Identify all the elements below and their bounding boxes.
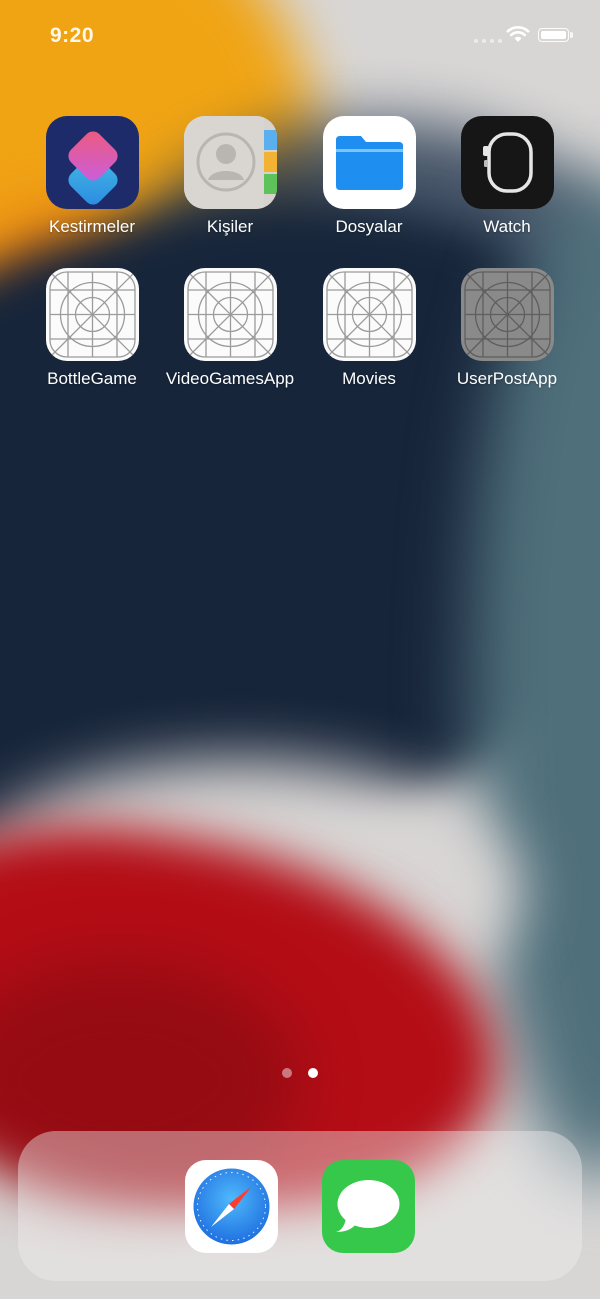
app-label: VideoGamesApp: [165, 369, 295, 388]
safari-icon[interactable]: [185, 1160, 278, 1253]
app-bottlegame[interactable]: BottleGame: [22, 268, 162, 389]
dock: [18, 1131, 582, 1281]
signal-icon: [474, 39, 502, 43]
status-bar: 9:20: [0, 0, 600, 70]
app-label: Movies: [342, 369, 396, 388]
files-icon[interactable]: [322, 116, 416, 209]
page-dot-active[interactable]: [308, 1068, 318, 1078]
app-label: Kestirmeler: [49, 217, 135, 236]
wifi-icon: [506, 26, 530, 42]
app-label: BottleGame: [47, 369, 137, 388]
app-label: Watch: [483, 217, 531, 236]
app-kestirmeler[interactable]: Kestirmeler: [22, 116, 162, 237]
app-label: Dosyalar: [335, 217, 403, 236]
placeholder-app-icon[interactable]: [183, 268, 277, 361]
messages-icon[interactable]: [322, 1160, 415, 1253]
contacts-icon[interactable]: [183, 116, 277, 209]
status-time: 9:20: [50, 24, 95, 47]
watch-icon[interactable]: [460, 116, 554, 209]
app-kisiler[interactable]: Kişiler: [160, 116, 300, 237]
app-dosyalar[interactable]: Dosyalar: [299, 116, 439, 237]
app-watch[interactable]: Watch: [437, 116, 577, 237]
app-userpostapp[interactable]: UserPostApp: [437, 268, 577, 389]
shortcuts-icon[interactable]: [45, 116, 139, 209]
app-videogamesapp[interactable]: VideoGamesApp: [160, 268, 300, 389]
placeholder-app-icon[interactable]: [460, 268, 554, 361]
battery-icon: [538, 28, 573, 42]
placeholder-app-icon[interactable]: [45, 268, 139, 361]
app-label: UserPostApp: [456, 369, 558, 388]
placeholder-app-icon[interactable]: [322, 268, 416, 361]
app-label: Kişiler: [206, 217, 254, 236]
app-movies[interactable]: Movies: [299, 268, 439, 389]
page-dot[interactable]: [282, 1068, 292, 1078]
page-indicator[interactable]: [0, 1068, 600, 1078]
